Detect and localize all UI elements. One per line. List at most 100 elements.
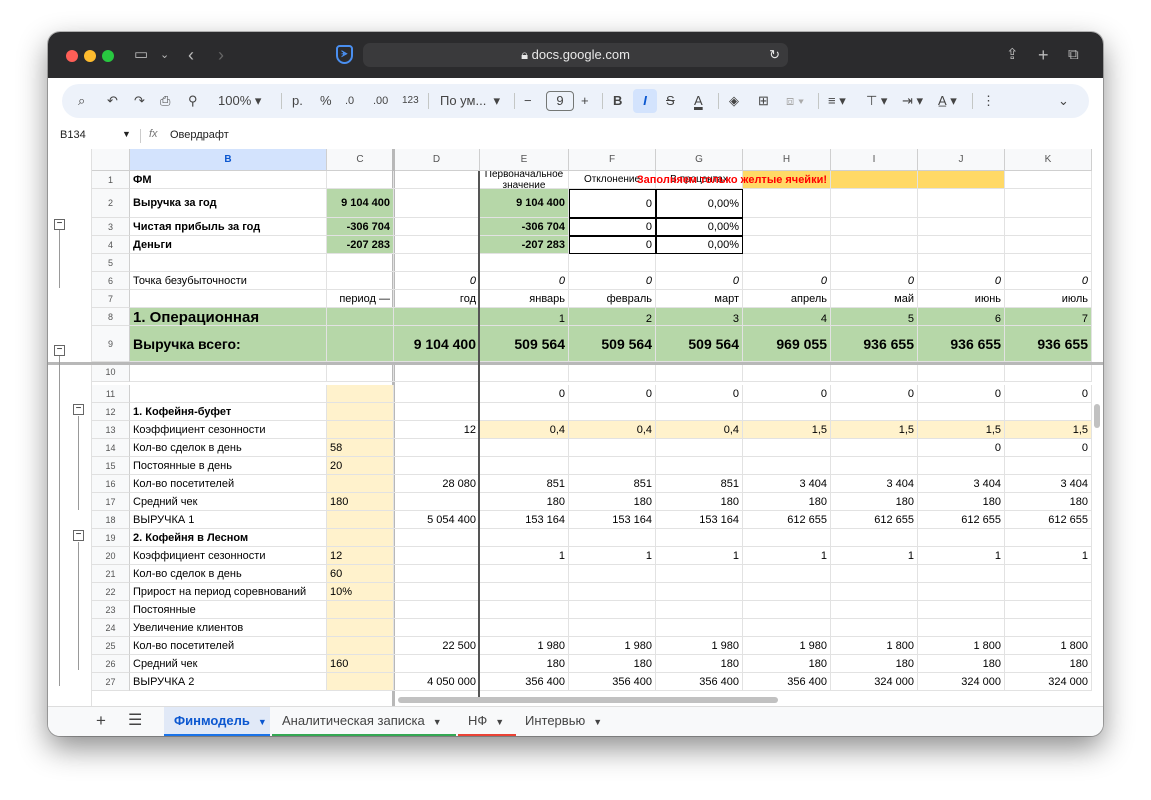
cell-b14[interactable]: Кол-во сделок в день (130, 439, 327, 457)
cell-e19[interactable] (480, 529, 569, 547)
percent-format-button[interactable]: % (320, 84, 332, 118)
horizontal-align-icon[interactable]: ≡ ▾ (828, 84, 846, 118)
zoom-window-button[interactable] (102, 50, 114, 62)
cell-b26[interactable]: Средний чек (130, 655, 327, 673)
decrease-font-size-button[interactable]: − (524, 84, 532, 118)
shield-icon[interactable]: ᗘ (336, 45, 353, 64)
print-icon[interactable]: ⎙ (160, 84, 170, 118)
select-all-corner[interactable] (92, 149, 130, 171)
row-freeze-divider[interactable] (48, 362, 1103, 365)
cell-k5[interactable] (1005, 254, 1092, 272)
cell-d11[interactable] (394, 385, 480, 403)
cell-d22[interactable] (394, 583, 480, 601)
cell-d13[interactable]: 12 (394, 421, 480, 439)
cell-f20[interactable]: 1 (569, 547, 656, 565)
cell-i16[interactable]: 3 404 (831, 475, 918, 493)
cell-h19[interactable] (743, 529, 831, 547)
cell-c7[interactable]: период — (327, 290, 394, 308)
cell-f26[interactable]: 180 (569, 655, 656, 673)
row-header[interactable]: 11 (92, 385, 130, 403)
cell-j13[interactable]: 1,5 (918, 421, 1005, 439)
cell-f14[interactable] (569, 439, 656, 457)
cell-c2[interactable]: 9 104 400 (327, 189, 394, 218)
cell-h2[interactable] (743, 189, 831, 218)
row-header[interactable]: 12 (92, 403, 130, 421)
cell-c16[interactable] (327, 475, 394, 493)
cell-b5[interactable] (130, 254, 327, 272)
cell-k25[interactable]: 1 800 (1005, 637, 1092, 655)
cell-f15[interactable] (569, 457, 656, 475)
row-header[interactable]: 17 (92, 493, 130, 511)
cell-k6[interactable]: 0 (1005, 272, 1092, 290)
cell-c10[interactable] (327, 362, 394, 382)
cell-d12[interactable] (394, 403, 480, 421)
vertical-align-icon[interactable]: ⊤ ▾ (866, 84, 887, 118)
cell-b27[interactable]: ВЫРУЧКА 2 (130, 673, 327, 691)
cell-e25[interactable]: 1 980 (480, 637, 569, 655)
cell-i11[interactable]: 0 (831, 385, 918, 403)
cell-k24[interactable] (1005, 619, 1092, 637)
cell-g4[interactable]: 0,00% (656, 236, 743, 254)
cell-b23[interactable]: Постоянные (130, 601, 327, 619)
cell-i3[interactable] (831, 218, 918, 236)
row-header[interactable]: 8 (92, 308, 130, 326)
decrease-decimal-button[interactable]: .0 (345, 84, 354, 118)
sheet-tab[interactable]: Финмодель ▼ (164, 707, 270, 736)
cell-i23[interactable] (831, 601, 918, 619)
cell-f25[interactable]: 1 980 (569, 637, 656, 655)
cell-b22[interactable]: Прирост на период соревнований (130, 583, 327, 601)
cell-g2[interactable]: 0,00% (656, 189, 743, 218)
cell-i14[interactable] (831, 439, 918, 457)
cell-e3[interactable]: -306 704 (480, 218, 569, 236)
cell-c8[interactable] (327, 308, 394, 326)
cell-f21[interactable] (569, 565, 656, 583)
cell-k11[interactable]: 0 (1005, 385, 1092, 403)
cell-d4[interactable] (394, 236, 480, 254)
cell-h17[interactable]: 180 (743, 493, 831, 511)
cell-i20[interactable]: 1 (831, 547, 918, 565)
cell-d1[interactable] (394, 171, 480, 189)
cell-g7[interactable]: март (656, 290, 743, 308)
cell-h20[interactable]: 1 (743, 547, 831, 565)
currency-format-button[interactable]: р. (292, 84, 303, 118)
row-header[interactable]: 13 (92, 421, 130, 439)
name-box[interactable]: B134 (60, 129, 86, 141)
cell-c23[interactable] (327, 601, 394, 619)
cell-k3[interactable] (1005, 218, 1092, 236)
cell-b25[interactable]: Кол-во посетителей (130, 637, 327, 655)
cell-e24[interactable] (480, 619, 569, 637)
cell-d21[interactable] (394, 565, 480, 583)
cell-h12[interactable] (743, 403, 831, 421)
cell-j15[interactable] (918, 457, 1005, 475)
cell-g5[interactable] (656, 254, 743, 272)
cell-j25[interactable]: 1 800 (918, 637, 1005, 655)
cell-h23[interactable] (743, 601, 831, 619)
cell-c4[interactable]: -207 283 (327, 236, 394, 254)
merge-cells-icon[interactable]: ⧈ ▾ (786, 84, 804, 118)
cell-b24[interactable]: Увеличение клиентов (130, 619, 327, 637)
name-box-dropdown-icon[interactable]: ▼ (122, 129, 131, 139)
cell-k1[interactable] (1005, 171, 1092, 189)
cell-j17[interactable]: 180 (918, 493, 1005, 511)
cell-g21[interactable] (656, 565, 743, 583)
cell-d18[interactable]: 5 054 400 (394, 511, 480, 529)
group-toggle-4[interactable]: − (73, 530, 84, 541)
cell-k18[interactable]: 612 655 (1005, 511, 1092, 529)
cell-j27[interactable]: 324 000 (918, 673, 1005, 691)
cell-j26[interactable]: 180 (918, 655, 1005, 673)
bold-button[interactable]: B (613, 84, 622, 118)
vertical-scrollbar[interactable] (1094, 404, 1100, 428)
tab-overview-icon[interactable]: ⧉ (1068, 45, 1079, 65)
cell-j8[interactable]: 6 (918, 308, 1005, 326)
cell-j12[interactable] (918, 403, 1005, 421)
sheet-tab[interactable]: НФ ▼ (458, 707, 516, 736)
cell-c24[interactable] (327, 619, 394, 637)
cell-e14[interactable] (480, 439, 569, 457)
cell-i9[interactable]: 936 655 (831, 326, 918, 362)
cell-b8[interactable]: 1. Операционная деятельность (130, 308, 327, 326)
cell-f7[interactable]: февраль (569, 290, 656, 308)
cell-d14[interactable] (394, 439, 480, 457)
cell-d8[interactable] (394, 308, 480, 326)
cell-j2[interactable] (918, 189, 1005, 218)
cell-j16[interactable]: 3 404 (918, 475, 1005, 493)
